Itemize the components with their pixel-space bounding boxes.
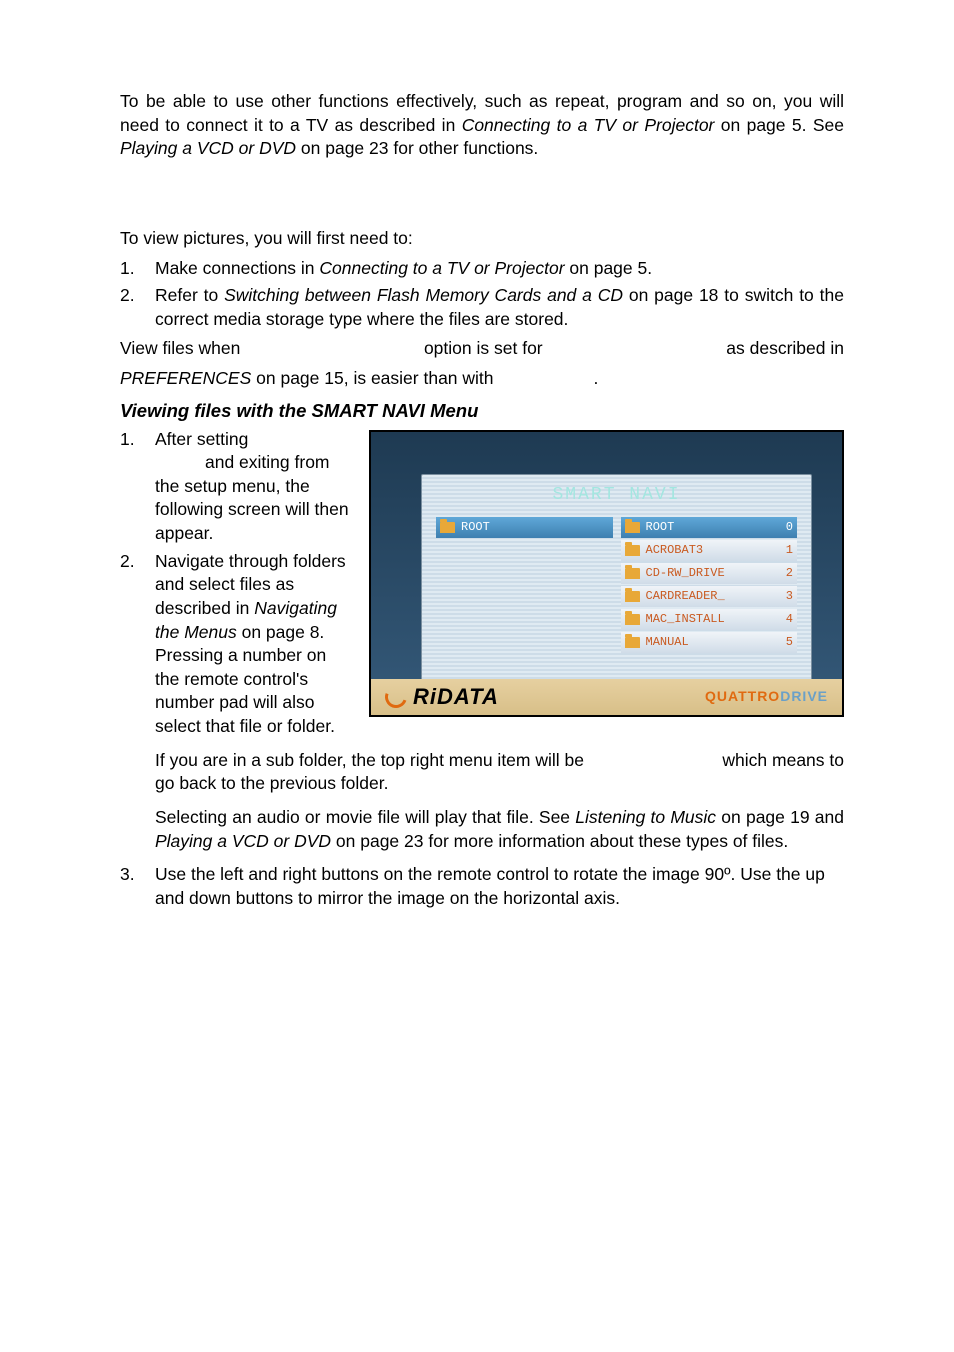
- folder-icon: [440, 522, 455, 533]
- list-text: Refer to Switching between Flash Memory …: [155, 284, 844, 331]
- smart-navi-screenshot: SMART NAVI ROOT ROOT 0 ACROBAT3 1 CD-RW_DRIV…: [369, 430, 844, 717]
- ref-playing-vcd-dvd: Playing a VCD or DVD: [155, 831, 331, 851]
- navi-row-blank: [436, 563, 613, 584]
- navi-row-blank: [436, 586, 613, 607]
- list-number: 2.: [120, 550, 155, 739]
- step-2-sub-1b: go back to the previous folder.: [155, 772, 844, 796]
- navi-row-blank: [436, 655, 613, 676]
- folder-icon: [625, 591, 640, 602]
- navi-row[interactable]: MANUAL 5: [621, 632, 798, 653]
- navi-index: 2: [786, 565, 793, 581]
- list-item: 3. Use the left and right buttons on the…: [120, 863, 844, 910]
- navi-label: CD-RW_DRIVE: [646, 565, 725, 581]
- intro-paragraph: To be able to use other functions effect…: [120, 90, 844, 161]
- step-2-text: Navigate through folders and select file…: [155, 550, 351, 739]
- pictures-lead: To view pictures, you will first need to…: [120, 227, 844, 251]
- ref-switching: Switching between Flash Memory Cards and…: [224, 285, 623, 305]
- folder-icon: [625, 522, 640, 533]
- brand-bar: RiDATA QUATTRODRIVE: [371, 679, 842, 715]
- intro-ref-1: Connecting to a TV or Projector: [462, 115, 715, 135]
- list-item: 1. Make connections in Connecting to a T…: [120, 257, 844, 281]
- step-2-sub-2: Selecting an audio or movie file will pl…: [155, 806, 844, 853]
- folder-icon: [625, 545, 640, 556]
- list-number: 2.: [120, 284, 155, 331]
- navi-row[interactable]: CARDREADER_ 3: [621, 586, 798, 607]
- navi-index: 5: [786, 634, 793, 650]
- list-item: 1. After setting and exiting from the se…: [120, 428, 351, 546]
- viewfiles-line-1: View files when option is set for as des…: [120, 337, 844, 361]
- folder-icon: [625, 568, 640, 579]
- navi-index: 4: [786, 611, 793, 627]
- brand-swoosh-icon: [381, 682, 410, 711]
- navi-row-blank: [436, 609, 613, 630]
- navi-index: 1: [786, 542, 793, 558]
- step-2-sub-1: If you are in a sub folder, the top righ…: [155, 749, 844, 773]
- steps-list-cont: 3. Use the left and right buttons on the…: [120, 863, 844, 910]
- folder-icon: [625, 637, 640, 648]
- list-number: 1.: [120, 257, 155, 281]
- brand-quattrodrive: QUATTRODRIVE: [705, 687, 828, 706]
- viewfiles-line-2: PREFERENCES on page 15, is easier than w…: [120, 367, 844, 391]
- ref-preferences: PREFERENCES: [120, 368, 251, 388]
- navi-title: SMART NAVI: [422, 475, 811, 517]
- navi-row[interactable]: ROOT: [436, 517, 613, 538]
- navi-label: CARDREADER_: [646, 588, 725, 604]
- ref-connecting: Connecting to a TV or Projector: [319, 258, 564, 278]
- navi-index: 0: [786, 519, 793, 535]
- navi-index: 3: [786, 588, 793, 604]
- navi-label: MAC_INSTALL: [646, 611, 725, 627]
- intro-ref-2: Playing a VCD or DVD: [120, 138, 296, 158]
- step-1-text: After setting and exiting from the setup…: [155, 428, 351, 546]
- subheading-viewing-smart-navi: Viewing files with the SMART NAVI Menu: [120, 399, 844, 424]
- navi-row[interactable]: CD-RW_DRIVE 2: [621, 563, 798, 584]
- step-3-text: Use the left and right buttons on the re…: [155, 863, 844, 910]
- navi-label: ROOT: [461, 519, 490, 535]
- navi-row[interactable]: MAC_INSTALL 4: [621, 609, 798, 630]
- intro-text-3: on page 23 for other functions.: [296, 138, 538, 158]
- brand-ridata: RiDATA: [385, 682, 499, 712]
- list-number: 3.: [120, 863, 155, 910]
- intro-text-2: on page 5. See: [714, 115, 844, 135]
- navi-row[interactable]: ROOT 0: [621, 517, 798, 538]
- pictures-list: 1. Make connections in Connecting to a T…: [120, 257, 844, 332]
- navi-label: ACROBAT3: [646, 542, 704, 558]
- navi-row-blank: [436, 540, 613, 561]
- list-text: Make connections in Connecting to a TV o…: [155, 257, 844, 281]
- folder-icon: [625, 614, 640, 625]
- navi-label: MANUAL: [646, 634, 689, 650]
- navi-label: ROOT: [646, 519, 675, 535]
- navi-row-blank: [436, 632, 613, 653]
- list-item: 2. Refer to Switching between Flash Memo…: [120, 284, 844, 331]
- ref-listening-music: Listening to Music: [575, 807, 716, 827]
- navi-row-blank: [621, 655, 798, 676]
- list-item: 2. Navigate through folders and select f…: [120, 550, 351, 739]
- list-number: 1.: [120, 428, 155, 546]
- navi-row[interactable]: ACROBAT3 1: [621, 540, 798, 561]
